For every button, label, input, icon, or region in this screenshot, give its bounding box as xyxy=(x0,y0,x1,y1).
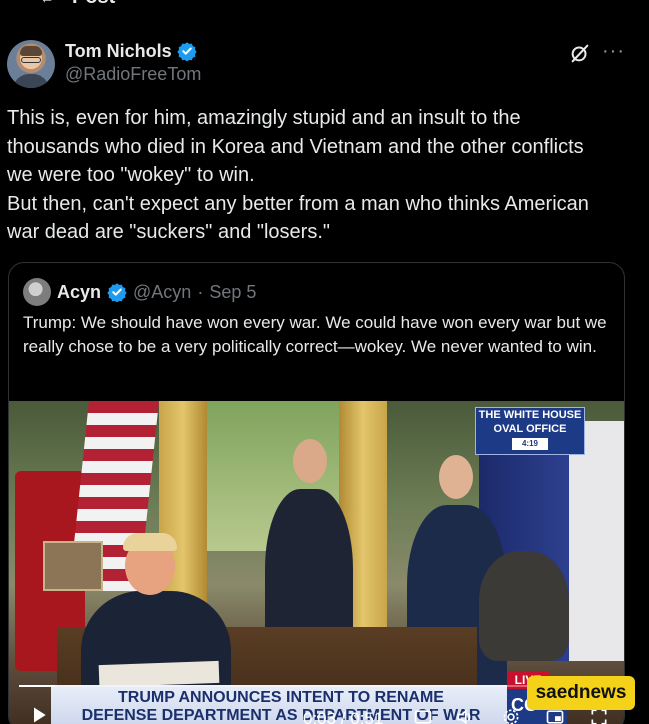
captions-icon[interactable] xyxy=(413,707,433,724)
quoted-author-handle[interactable]: @Acyn xyxy=(133,282,191,303)
watermark: saednews xyxy=(527,676,635,710)
avatar[interactable] xyxy=(7,40,55,88)
author-name[interactable]: Tom Nichols xyxy=(65,41,172,62)
verified-badge-icon xyxy=(107,283,127,302)
top-bar-title: Post xyxy=(72,0,115,9)
separator-dot: · xyxy=(197,281,204,302)
settings-icon[interactable] xyxy=(501,707,521,724)
papers xyxy=(98,660,220,688)
picture-frames xyxy=(43,541,103,591)
quoted-author-name[interactable]: Acyn xyxy=(57,282,101,303)
volume-icon[interactable] xyxy=(455,707,475,724)
network-logo: THE WHITE HOUSE OVAL OFFICE 4:19 xyxy=(475,407,585,455)
logo-time: 4:19 xyxy=(512,438,548,450)
play-icon[interactable] xyxy=(29,705,49,724)
quoted-post[interactable]: Acyn @Acyn · Sep 5 Trump: We should have… xyxy=(8,262,625,724)
top-bar: ← Post xyxy=(0,0,649,8)
speaker-hair xyxy=(123,533,177,551)
post-text: This is, even for him, amazingly stupid … xyxy=(7,107,589,244)
post-header: Tom Nichols @RadioFreeTom ··· xyxy=(7,38,637,92)
progress-fill[interactable] xyxy=(19,685,55,687)
person-head xyxy=(293,439,327,483)
verified-badge-icon xyxy=(177,42,197,61)
author-handle[interactable]: @RadioFreeTom xyxy=(65,64,201,85)
logo-line1: THE WHITE HOUSE xyxy=(478,409,582,421)
more-icon[interactable]: ··· xyxy=(602,40,625,63)
grok-icon[interactable] xyxy=(569,42,591,64)
flag xyxy=(569,421,624,661)
logo-line2: OVAL OFFICE xyxy=(493,423,567,435)
bust-statue xyxy=(479,551,569,661)
quoted-date[interactable]: Sep 5 xyxy=(209,282,256,303)
person-head xyxy=(439,455,473,499)
quoted-avatar[interactable] xyxy=(23,278,51,306)
author-row: Tom Nichols xyxy=(65,40,197,62)
quoted-text: Trump: We should have won every war. We … xyxy=(23,313,607,356)
quoted-author-row: Acyn @Acyn · Sep 5 xyxy=(23,278,256,306)
back-arrow-icon[interactable]: ← xyxy=(40,0,54,6)
timecode: 0:03 / 0:51 xyxy=(303,709,384,724)
